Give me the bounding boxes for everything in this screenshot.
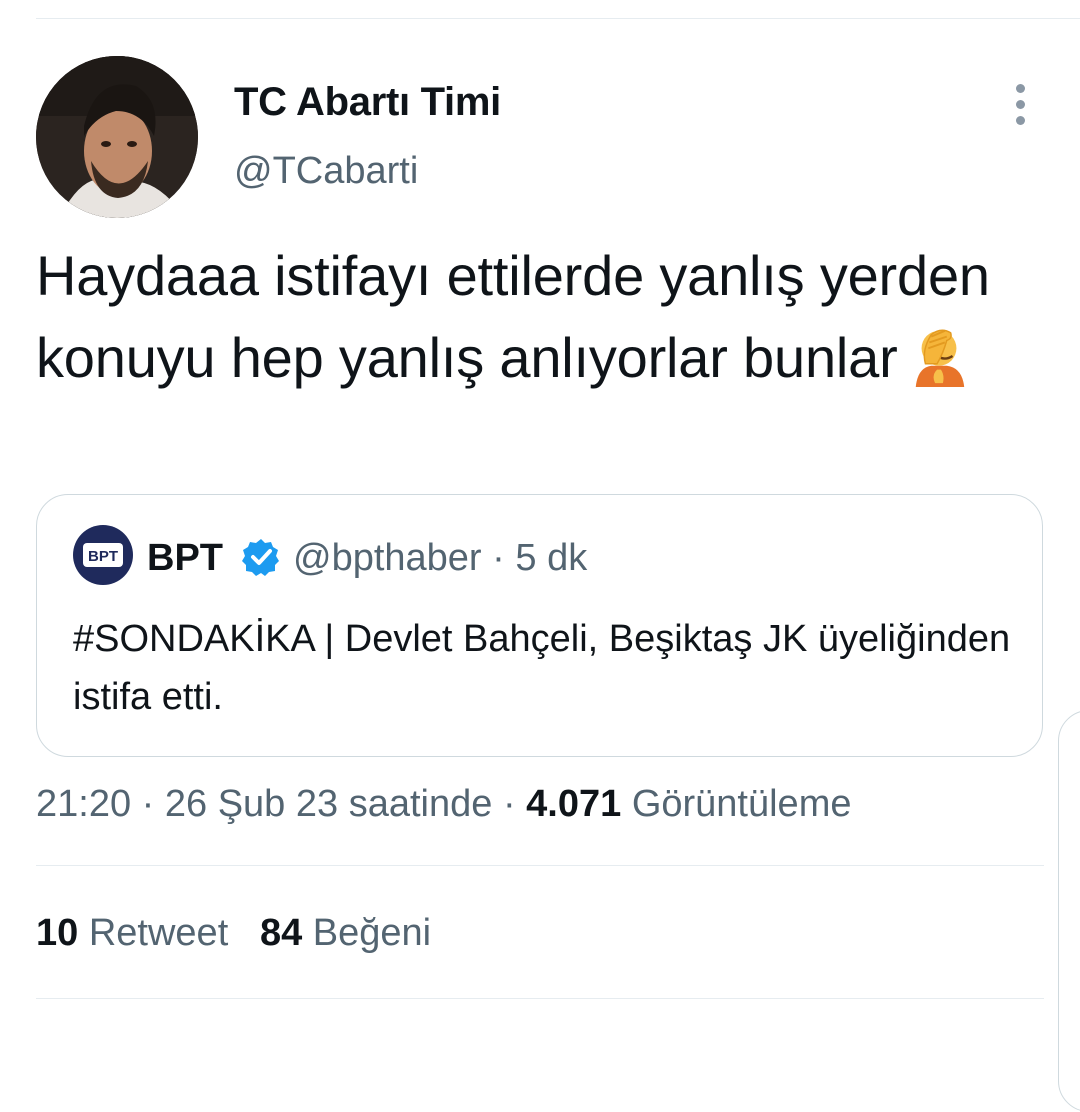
quoted-tweet-card[interactable]: BPT BPT @bpthaber · 5 dk #SONDAKİKA | De… (36, 494, 1043, 757)
likes-stat[interactable]: 84 Beğeni (260, 912, 431, 954)
quoted-time-ago[interactable]: 5 dk (515, 537, 587, 579)
likes-label: Beğeni (312, 912, 432, 954)
views-count: 4.071 (526, 783, 622, 825)
retweets-stat[interactable]: 10 Retweet (36, 912, 228, 954)
quoted-meta: @bpthaber · 5 dk (293, 537, 587, 580)
quoted-handle[interactable]: @bpthaber (293, 537, 482, 579)
tweet-text: Haydaaa istifayı ettilerde yanlış yerden… (36, 235, 1036, 399)
tweet-date[interactable]: 26 Şub 23 saatinde (165, 783, 493, 825)
adjacent-panel-edge (1058, 710, 1080, 1112)
divider (36, 865, 1044, 866)
tweet-time[interactable]: 21:20 (36, 783, 131, 825)
engagement-stats: 10 Retweet 84 Beğeni (36, 912, 431, 955)
quoted-tweet-text: #SONDAKİKA | Devlet Bahçeli, Beşiktaş JK… (73, 618, 1011, 718)
verified-badge-icon (242, 539, 279, 576)
views-label: Görüntüleme (631, 783, 852, 825)
tweet-body: Haydaaa istifayı ettilerde yanlış yerden… (36, 244, 990, 389)
more-options-icon[interactable] (1006, 84, 1034, 126)
author-handle[interactable]: @TCabarti (234, 150, 418, 193)
timestamp-separator: · (141, 783, 155, 825)
facepalm-emoji (915, 329, 964, 388)
quoted-display-name[interactable]: BPT (147, 537, 223, 580)
timestamp-row: 21:20 · 26 Şub 23 saatinde · 4.071 Görün… (36, 783, 851, 826)
svg-text:BPT: BPT (88, 548, 118, 565)
retweets-label: Retweet (88, 912, 229, 954)
retweets-count: 10 (36, 912, 79, 954)
timestamp-separator: · (502, 783, 516, 825)
top-divider (36, 18, 1080, 19)
likes-count: 84 (259, 912, 303, 954)
quoted-author-avatar[interactable]: BPT (73, 525, 133, 585)
divider (36, 998, 1044, 999)
author-avatar[interactable] (36, 56, 198, 218)
quoted-separator: · (492, 537, 505, 579)
author-display-name[interactable]: TC Abartı Timi (234, 80, 501, 125)
